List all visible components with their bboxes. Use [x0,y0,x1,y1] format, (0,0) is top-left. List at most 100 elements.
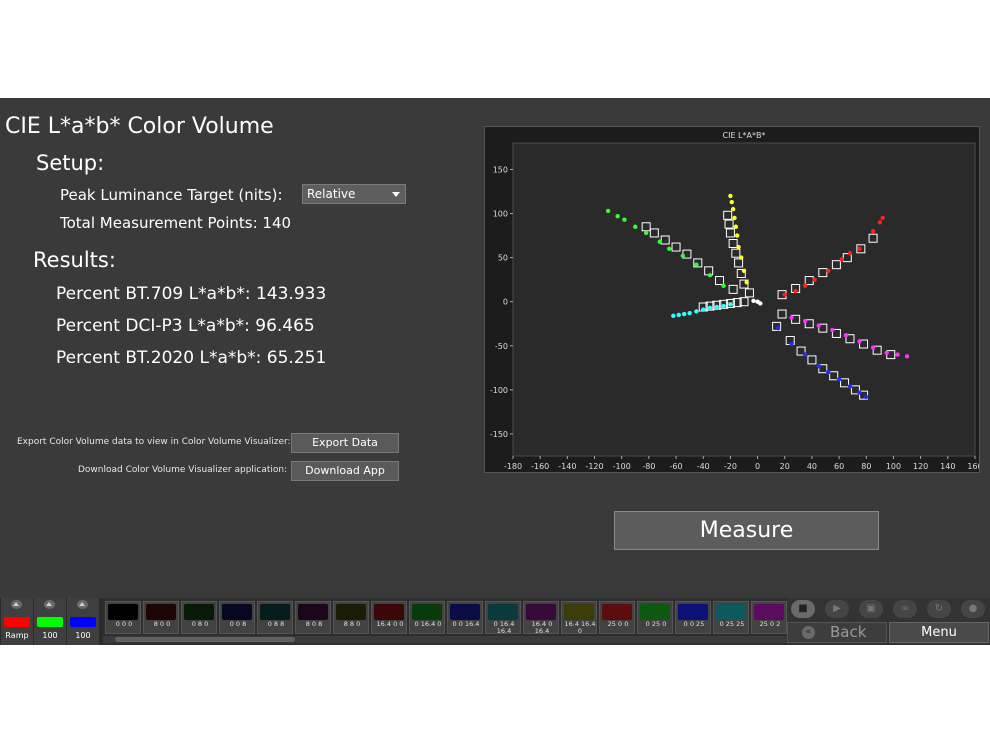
x-tick-label: 20 [780,462,790,471]
rgb-control: 100 [34,598,67,645]
loop-icon[interactable]: ∞ [893,600,917,618]
color-patch[interactable]: 0 25 25 [713,601,749,634]
result-bt2020: Percent BT.2020 L*a*b*: 65.251 [56,348,327,368]
rgb-swatch [4,617,30,627]
patch-swatch [488,604,518,620]
plot-area [512,142,976,457]
color-patch[interactable]: 25 0 2 [751,601,787,634]
color-patch[interactable]: 8 0 8 [295,601,331,634]
data-point [802,283,808,289]
color-patch[interactable]: 0 16.4 16.4 [485,601,521,635]
patch-label: 0 16.4 16.4 [493,620,515,635]
result-dcip3: Percent DCI-P3 L*a*b*: 96.465 [56,316,315,336]
play-icon[interactable]: ▶ [825,600,849,618]
color-patch[interactable]: 8 8 0 [333,601,369,634]
patch-label: 0 25 0 [645,620,667,628]
data-point [680,253,686,259]
data-point [728,193,733,199]
data-point [816,323,821,328]
scrollbar-thumb[interactable] [115,637,295,642]
patch-label: 16.4 16.4 0 [564,620,596,635]
data-point [605,208,611,214]
data-point [758,301,763,306]
y-tick-label: 100 [493,210,508,219]
data-point [857,390,862,395]
lab-chart: CIE L*A*B* 150 100 50 0 -50 -100 -150 -180 -160 -1… [490,131,983,471]
x-tick-label: 140 [940,462,955,471]
save-icon[interactable]: ▣ [859,600,883,618]
patch-swatch [564,604,594,620]
arrow-up-icon[interactable] [77,600,88,609]
patch-swatch [298,604,328,620]
measure-button[interactable]: Measure [614,511,879,550]
color-patch[interactable]: 0 0 25 [675,601,711,634]
rgb-control: 100 [67,598,100,645]
arrow-up-icon[interactable] [44,600,55,609]
x-tick-label: 0 [755,462,760,471]
color-patch[interactable]: 0 8 0 [181,601,217,634]
patch-label: 8 8 0 [343,620,361,628]
patch-swatch [260,604,290,620]
patch-swatch [412,604,442,620]
arrow-up-icon[interactable] [11,600,22,609]
x-tick-label: -60 [670,462,683,471]
data-point [732,215,737,221]
data-point [826,370,831,375]
peak-luminance-select[interactable]: Relative [302,184,406,204]
data-point [736,244,741,250]
download-label: Download Color Volume Visualizer applica… [78,465,288,475]
data-point [744,280,749,285]
data-point [870,345,876,350]
export-data-button[interactable]: Export Data [291,433,399,453]
color-patch[interactable]: 16.4 16.4 0 [561,601,597,635]
color-patch[interactable]: 0 25 0 [637,601,673,634]
data-point [802,318,808,324]
color-patch[interactable]: 16.4 0 16.4 [523,601,559,635]
color-patch[interactable]: 0 8 8 [257,601,293,634]
patch-swatch [222,604,252,620]
menu-button[interactable]: Menu [889,622,989,643]
y-tick-label: -150 [490,430,508,439]
x-tick-label: -140 [558,462,576,471]
patch-swatch [678,604,708,620]
peak-luminance-label: Peak Luminance Target (nits): [60,186,283,204]
y-tick-label: 0 [503,298,508,307]
color-patch[interactable]: 25 0 0 [599,601,635,634]
patch-scrollbar[interactable] [103,636,787,643]
data-point [877,220,883,225]
data-point [728,302,733,307]
data-point [694,262,699,267]
data-point [729,199,734,205]
color-patch[interactable]: 0 0 8 [219,601,255,634]
app-window: CIE L*a*b* Color Volume Setup: Peak Lumi… [0,98,990,645]
data-point [884,350,889,356]
patch-swatch [716,604,746,620]
y-tick-label: 150 [493,165,508,174]
color-patch[interactable]: 0 16.4 0 [409,601,445,634]
refresh-icon[interactable]: ↻ [927,600,951,618]
data-point [657,239,662,244]
y-tick-label: 50 [498,254,508,263]
back-button[interactable]: « Back [787,622,887,643]
x-tick-label: 160 [967,462,979,471]
data-point [857,339,862,344]
x-tick-label: -40 [697,462,710,471]
data-point [622,217,627,222]
data-point [864,394,869,400]
color-patch[interactable]: 0 0 16.4 [447,601,483,634]
peak-luminance-value: Relative [307,187,356,201]
rgb-swatch [70,617,96,627]
stop-icon[interactable]: ■ [791,600,815,618]
data-point [721,303,726,309]
data-point [739,255,744,260]
circle-icon[interactable]: ● [961,600,985,618]
x-tick-label: 120 [913,462,928,471]
control-panel: ■ ▶ ▣ ∞ ↻ ● « Back Menu [787,598,990,645]
color-patch[interactable]: 8 0 0 [143,601,179,634]
data-point [735,233,740,238]
data-point [816,363,821,369]
data-point [880,215,885,221]
download-app-button[interactable]: Download App [291,461,399,481]
color-patch[interactable]: 0 0 0 [105,601,141,634]
color-patch[interactable]: 16.4 0 0 [371,601,407,634]
